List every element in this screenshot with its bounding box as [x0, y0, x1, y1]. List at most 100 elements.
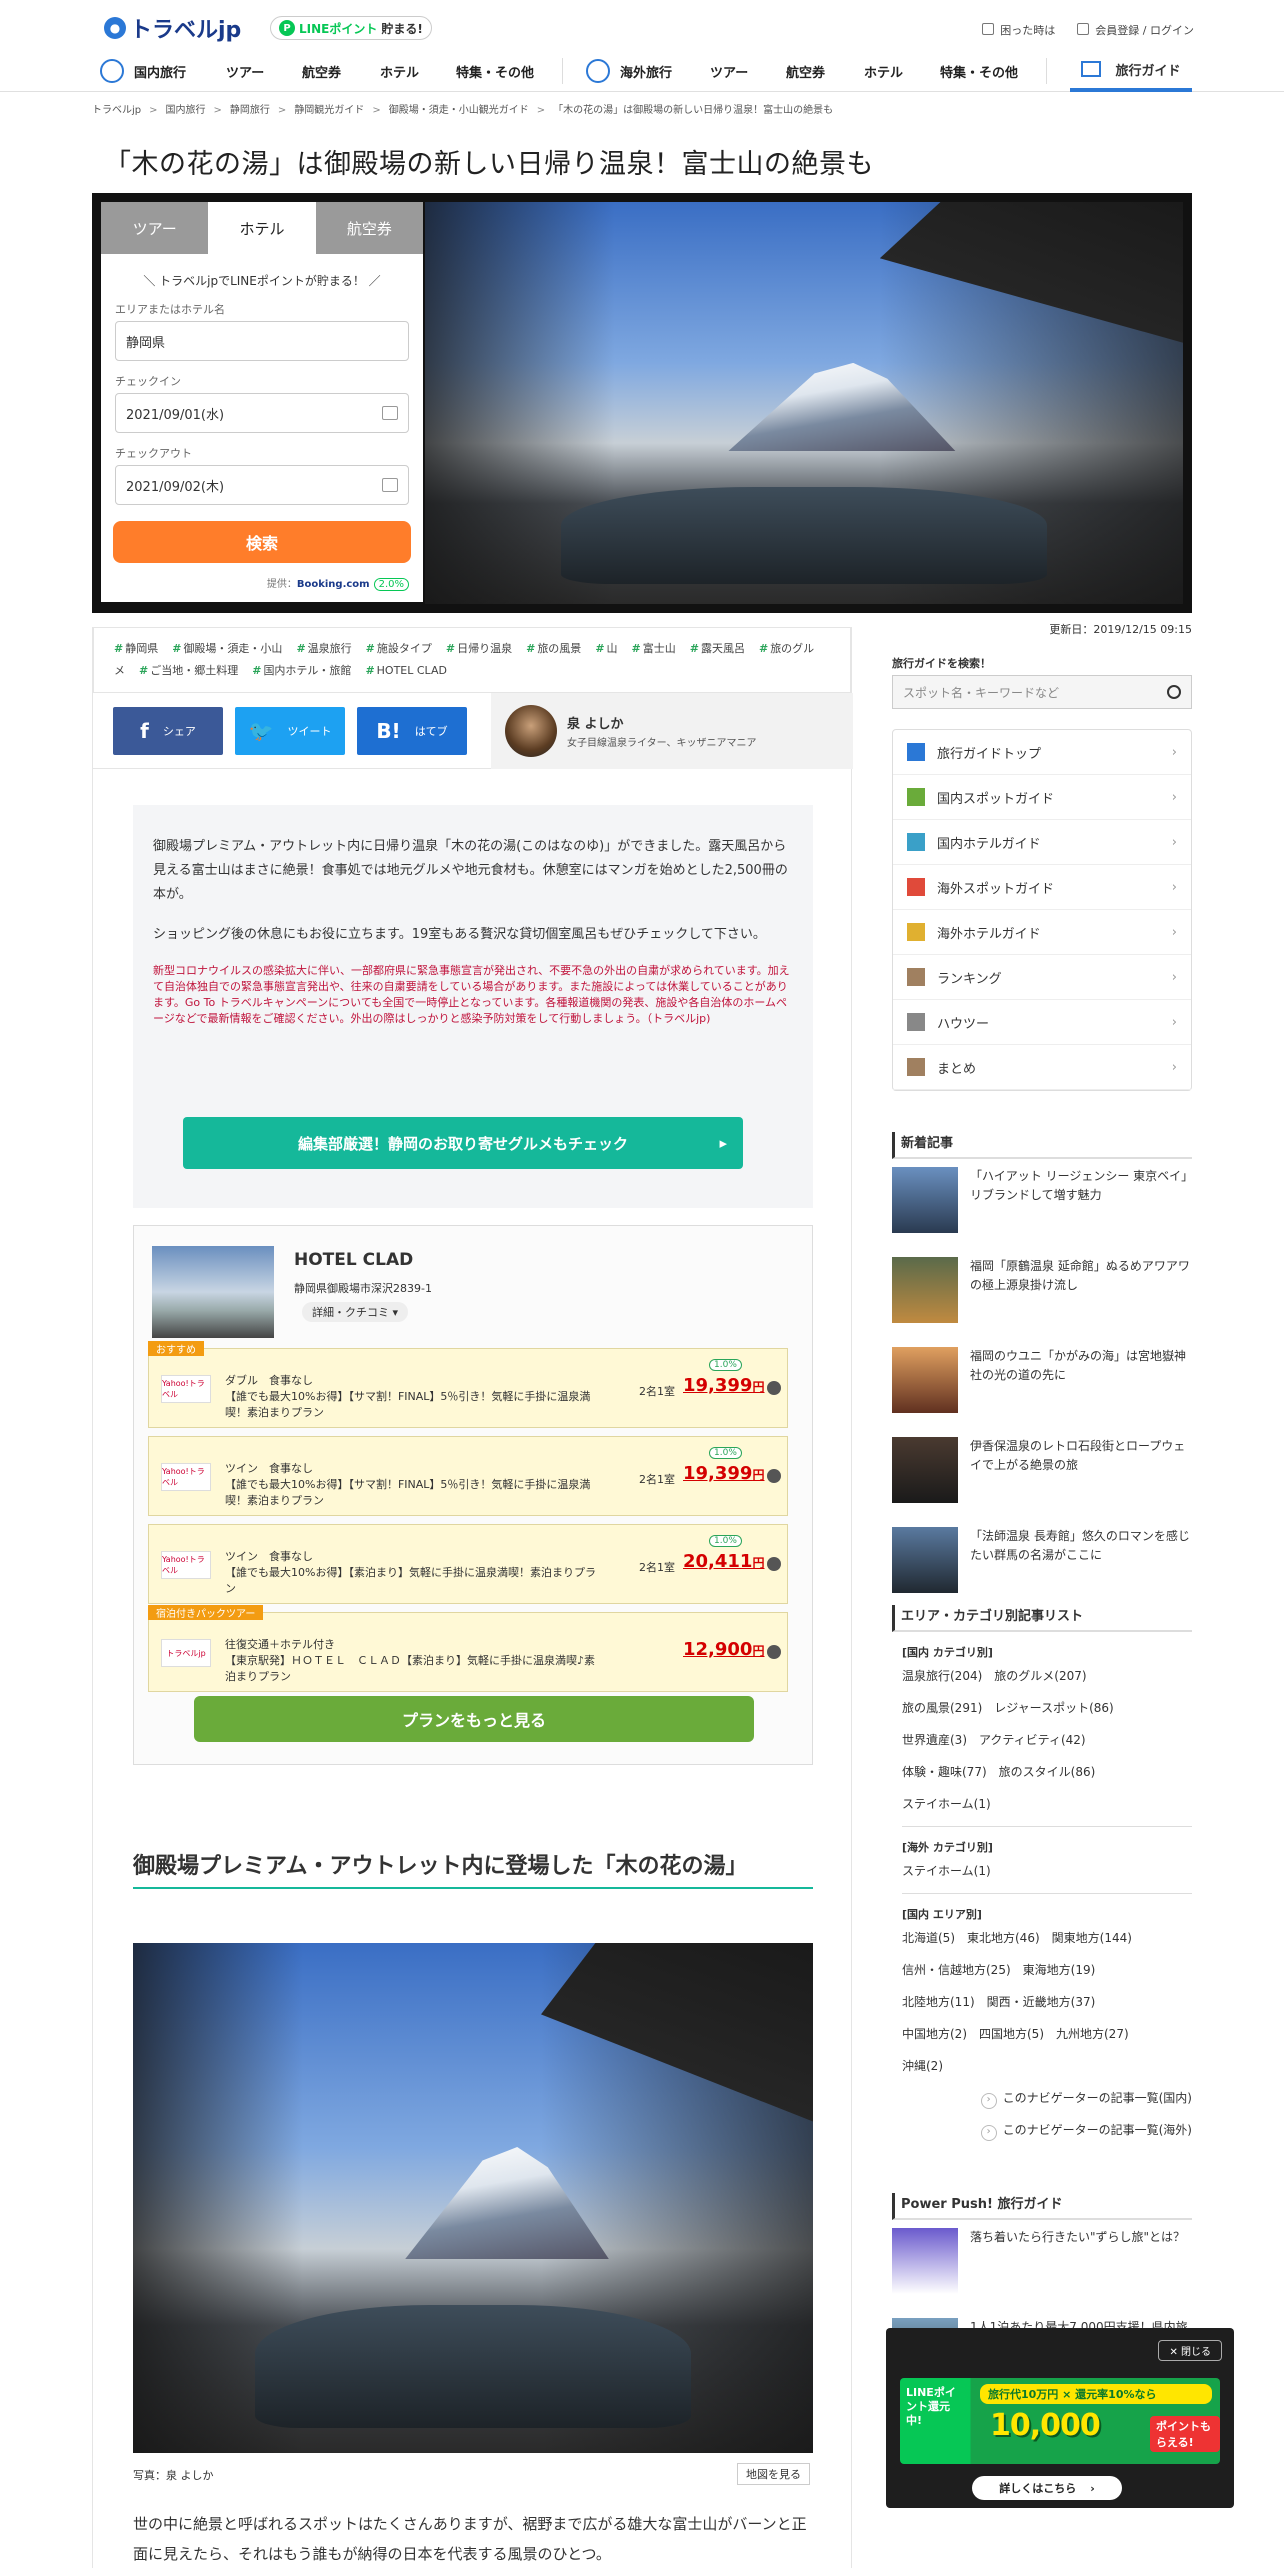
category-link[interactable]: 関西・近畿地方(37) — [987, 1995, 1096, 2009]
nav-domestic-air[interactable]: 航空券 — [302, 50, 341, 92]
help-link[interactable]: 困った時は — [982, 22, 1055, 38]
hotel-plan[interactable]: 宿泊付きパックツアー トラベルjp 往復交通＋ホテル付き 【東京駅発】ＨＯＴＥＬ Ｃ… — [148, 1605, 788, 1692]
news-thumbnail[interactable] — [892, 1347, 958, 1413]
tag-link[interactable]: 露天風呂 — [690, 642, 745, 655]
plan-price[interactable]: 20,411円 — [683, 1551, 764, 1572]
map-button[interactable]: 地図を見る — [737, 2463, 810, 2485]
tag-link[interactable]: 富士山 — [632, 642, 676, 655]
nav-travel-guide[interactable]: 旅行ガイド — [1070, 50, 1192, 92]
category-link[interactable]: ステイホーム(1) — [902, 1797, 991, 1811]
search-icon[interactable] — [1167, 685, 1181, 699]
plan-price[interactable]: 19,399円 — [683, 1463, 764, 1484]
guide-menu-item[interactable]: ハウツー — [893, 1000, 1191, 1045]
plan-text[interactable]: ツイン 食事なし 【誰でも最大10%お得】【素泊まり】気軽に手掛に温泉満喫！素泊… — [225, 1549, 605, 1597]
search-button[interactable]: 検索 — [113, 521, 411, 563]
nav-overseas[interactable]: 海外旅行 — [586, 50, 672, 92]
category-link[interactable]: 旅の風景(291) — [902, 1701, 982, 1715]
ad-detail-button[interactable]: 詳しくはこちら — [972, 2476, 1122, 2500]
category-link[interactable]: 体験・趣味(77) — [902, 1765, 987, 1779]
navigator-articles-overseas-link[interactable]: このナビゲーターの記事一覧(海外) — [892, 2114, 1192, 2146]
category-link[interactable]: レジャースポット(86) — [994, 1701, 1113, 1715]
power-push-item[interactable]: 落ち着いたら行きたい"ずらし旅"とは？ — [892, 2228, 1192, 2310]
news-thumbnail[interactable] — [892, 1257, 958, 1323]
category-link[interactable]: 九州地方(27) — [1056, 2027, 1129, 2041]
tag-link[interactable]: 旅の風景 — [526, 642, 581, 655]
facebook-share-button[interactable]: f シェア — [113, 706, 223, 755]
category-link[interactable]: 東海地方(19) — [1023, 1963, 1096, 1977]
checkout-input[interactable]: 2021/09/02(木) — [115, 465, 409, 505]
plan-price[interactable]: 12,900円 — [683, 1639, 764, 1660]
category-link[interactable]: 四国地方(5) — [979, 2027, 1044, 2041]
plan-text[interactable]: 往復交通＋ホテル付き 【東京駅発】ＨＯＴＥＬ ＣＬＡＤ【素泊まり】気軽に手掛に温… — [225, 1637, 605, 1685]
guide-search-input[interactable]: スポット名・キーワードなど — [892, 675, 1192, 709]
breadcrumb-item[interactable]: 静岡観光ガイド — [294, 105, 380, 116]
site-logo[interactable]: ● トラベルjp — [104, 12, 241, 44]
breadcrumb-item[interactable]: 静岡旅行 — [230, 105, 286, 116]
guide-menu-item[interactable]: 国内スポットガイド — [893, 775, 1191, 820]
arrow-icon[interactable] — [767, 1381, 781, 1395]
category-link[interactable]: 沖縄(2) — [902, 2059, 943, 2073]
category-link[interactable]: 温泉旅行(204) — [902, 1669, 982, 1683]
category-link[interactable]: 世界遺産(3) — [902, 1733, 967, 1747]
guide-menu-item[interactable]: 海外スポットガイド — [893, 865, 1191, 910]
nav-domestic-tour[interactable]: ツアー — [226, 50, 264, 92]
navigator-articles-domestic-link[interactable]: このナビゲーターの記事一覧(国内) — [892, 2082, 1192, 2114]
news-title[interactable]: 福岡「原鶴温泉 延命館」ぬるめアワアワの極上源泉掛け流し — [970, 1257, 1192, 1295]
ad-banner[interactable]: LINEポイント還元中! 旅行代10万円 × 還元率10%なら 10,000 ポ… — [900, 2378, 1220, 2464]
category-link[interactable]: 旅のスタイル(86) — [999, 1765, 1096, 1779]
tag-link[interactable]: ご当地・郷土料理 — [139, 664, 238, 677]
tag-link[interactable]: 温泉旅行 — [296, 642, 351, 655]
plan-text[interactable]: ツイン 食事なし 【誰でも最大10%お得】【サマ割！FINAL】5％引き！気軽に… — [225, 1461, 605, 1509]
more-plans-button[interactable]: プランをもっと見る — [194, 1696, 754, 1742]
nav-overseas-tour[interactable]: ツアー — [710, 50, 748, 92]
nav-overseas-air[interactable]: 航空券 — [786, 50, 825, 92]
arrow-icon[interactable] — [767, 1469, 781, 1483]
hotel-review-toggle[interactable]: 詳細・クチコミ ▾ — [302, 1302, 409, 1322]
power-push-title[interactable]: 落ち着いたら行きたい"ずらし旅"とは？ — [970, 2228, 1185, 2247]
area-input[interactable]: 静岡県 — [115, 321, 409, 361]
category-link[interactable]: 中国地方(2) — [902, 2027, 967, 2041]
hatena-bookmark-button[interactable]: B! はてブ — [357, 706, 467, 755]
guide-menu-item[interactable]: 旅行ガイドトップ — [893, 730, 1191, 775]
category-link[interactable]: アクティビティ(42) — [979, 1733, 1086, 1747]
category-link[interactable]: 旅のグルメ(207) — [994, 1669, 1086, 1683]
tag-link[interactable]: 山 — [595, 642, 617, 655]
tag-link[interactable]: HOTEL CLAD — [365, 664, 447, 677]
gourmet-cta-button[interactable]: 編集部厳選！静岡のお取り寄せグルメもチェック — [183, 1117, 743, 1169]
nav-domestic-hotel[interactable]: ホテル — [380, 50, 419, 92]
nav-domestic-special[interactable]: 特集・その他 — [456, 50, 534, 92]
category-link[interactable]: 東北地方(46) — [967, 1931, 1040, 1945]
tab-air[interactable]: 航空券 — [315, 202, 423, 254]
news-title[interactable]: 福岡のウユニ「かがみの海」は宮地嶽神社の光の道の先に — [970, 1347, 1192, 1385]
arrow-icon[interactable] — [767, 1557, 781, 1571]
news-item[interactable]: 福岡のウユニ「かがみの海」は宮地嶽神社の光の道の先に — [892, 1347, 1192, 1429]
guide-menu-item[interactable]: まとめ — [893, 1045, 1191, 1090]
category-link[interactable]: 北陸地方(11) — [902, 1995, 975, 2009]
twitter-share-button[interactable]: 🐦 ツイート — [235, 706, 345, 755]
tag-link[interactable]: 静岡県 — [114, 642, 158, 655]
checkin-input[interactable]: 2021/09/01(水) — [115, 393, 409, 433]
category-link[interactable]: 信州・信越地方(25) — [902, 1963, 1011, 1977]
author-box[interactable]: 泉 よしか 女子目線温泉ライター、キッザニアマニア — [491, 693, 853, 769]
news-thumbnail[interactable] — [892, 1437, 958, 1503]
guide-menu-item[interactable]: 国内ホテルガイド — [893, 820, 1191, 865]
hotel-plan[interactable]: Yahoo!トラベル ツイン 食事なし 【誰でも最大10%お得】【素泊まり】気軽に… — [148, 1524, 788, 1604]
breadcrumb-item[interactable]: トラベルjp — [92, 105, 158, 116]
news-thumbnail[interactable] — [892, 1527, 958, 1593]
category-link[interactable]: 北海道(5) — [902, 1931, 955, 1945]
category-link[interactable]: 関東地方(144) — [1052, 1931, 1132, 1945]
tag-link[interactable]: 御殿場・須走・小山 — [172, 642, 282, 655]
news-thumbnail[interactable] — [892, 1167, 958, 1233]
nav-overseas-hotel[interactable]: ホテル — [864, 50, 903, 92]
news-title[interactable]: 「ハイアット リージェンシー 東京ベイ」リブランドして増す魅力 — [970, 1167, 1192, 1205]
arrow-icon[interactable] — [767, 1645, 781, 1659]
tag-link[interactable]: 施設タイプ — [366, 642, 432, 655]
tag-link[interactable]: 国内ホテル・旅館 — [252, 664, 351, 677]
news-title[interactable]: 「法師温泉 長寿館」悠久のロマンを感じたい群馬の名湯がここに — [970, 1527, 1192, 1565]
news-item[interactable]: 福岡「原鶴温泉 延命館」ぬるめアワアワの極上源泉掛け流し — [892, 1257, 1192, 1339]
nav-overseas-special[interactable]: 特集・その他 — [940, 50, 1018, 92]
plan-text[interactable]: ダブル 食事なし 【誰でも最大10%お得】【サマ割！FINAL】5％引き！気軽に… — [225, 1373, 605, 1421]
breadcrumb-item[interactable]: 国内旅行 — [166, 105, 222, 116]
nav-domestic[interactable]: 国内旅行 — [100, 50, 186, 92]
news-item[interactable]: 「法師温泉 長寿館」悠久のロマンを感じたい群馬の名湯がここに — [892, 1527, 1192, 1609]
